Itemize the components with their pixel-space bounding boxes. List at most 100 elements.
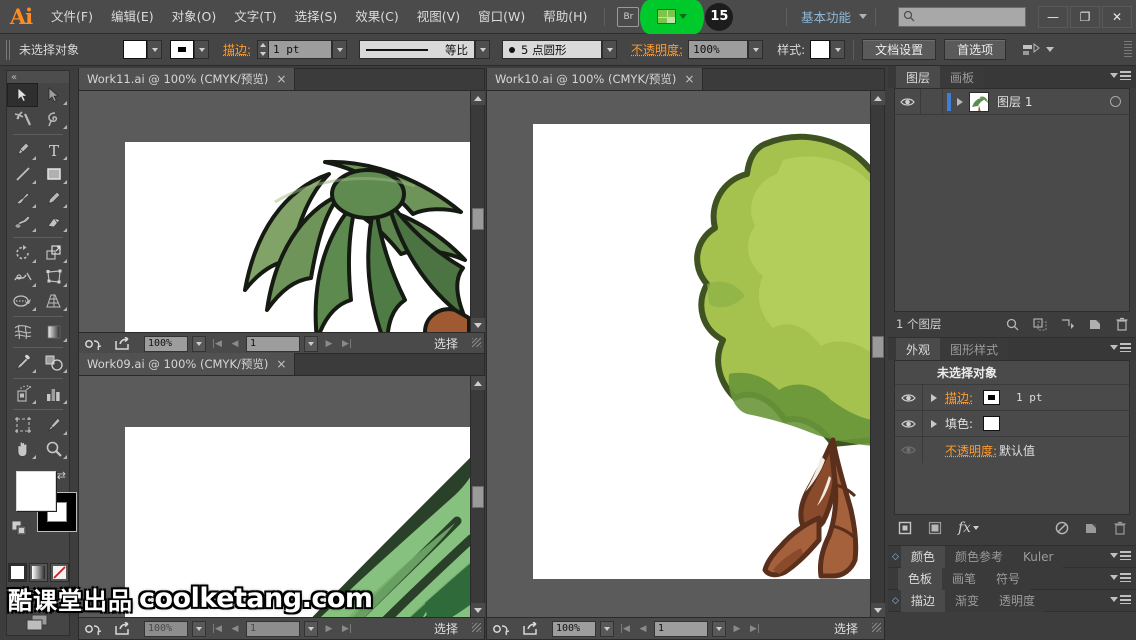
tab-brushes[interactable]: 画笔: [942, 567, 987, 590]
hand-tool[interactable]: [7, 437, 38, 461]
zoom-field-work09[interactable]: 100%: [144, 620, 188, 637]
scroll-up-icon[interactable]: [471, 91, 485, 105]
default-fill-stroke-icon[interactable]: [11, 520, 28, 537]
share-icon[interactable]: [114, 621, 132, 636]
menu-select[interactable]: 选择(S): [286, 0, 347, 34]
scroll-down-icon[interactable]: [471, 318, 485, 332]
tab-appearance[interactable]: 外观: [896, 338, 941, 360]
opacity-visibility-toggle[interactable]: [895, 437, 923, 463]
rectangle-tool[interactable]: [38, 162, 69, 186]
scale-tool[interactable]: [38, 241, 69, 265]
document-setup-button[interactable]: 文档设置: [862, 39, 937, 60]
color-swatch-button[interactable]: [7, 563, 27, 582]
brush-definition-field[interactable]: 5 点圆形: [502, 40, 603, 59]
stroke-row-value[interactable]: 1 pt: [1016, 391, 1043, 404]
prev-page-icon[interactable]: ◀: [636, 621, 650, 637]
free-transform-tool[interactable]: [38, 265, 69, 289]
workspace-switcher[interactable]: 基本功能: [795, 7, 857, 26]
scrollbar-thumb[interactable]: [472, 486, 484, 508]
opacity-field[interactable]: 100%: [688, 40, 749, 59]
control-bar-grip[interactable]: [6, 39, 12, 60]
bridge-icon[interactable]: Br: [617, 6, 640, 27]
chevron-right-icon[interactable]: [931, 393, 937, 402]
preferences-button[interactable]: 首选项: [944, 39, 1007, 60]
window-close-button[interactable]: ✕: [1102, 5, 1132, 28]
stroke-panel-menu-button[interactable]: [1110, 595, 1131, 604]
layer-name[interactable]: 图层 1: [997, 93, 1032, 110]
scroll-up-icon[interactable]: [471, 376, 485, 390]
scrollbar-thumb[interactable]: [872, 336, 884, 358]
fill-dropdown-arrow[interactable]: [147, 40, 162, 59]
stroke-visibility-toggle[interactable]: [895, 385, 923, 410]
page-field-work09[interactable]: 1: [246, 620, 300, 637]
tab-stroke[interactable]: 描边: [900, 589, 945, 612]
page-field-work11[interactable]: 1: [246, 335, 300, 352]
fill-row-label[interactable]: 填色:: [945, 415, 973, 432]
chevron-right-icon[interactable]: [957, 97, 963, 106]
line-segment-tool[interactable]: [7, 162, 38, 186]
none-swatch-button[interactable]: [49, 563, 69, 582]
selection-tool[interactable]: [7, 83, 38, 107]
draw-inside-button[interactable]: [48, 588, 68, 605]
shape-builder-tool[interactable]: [7, 289, 38, 313]
page-dropdown-work11[interactable]: [304, 335, 318, 352]
opacity-label[interactable]: 不透明度:: [631, 41, 683, 58]
close-icon[interactable]: ×: [276, 72, 286, 86]
add-new-stroke-icon[interactable]: [898, 521, 912, 535]
menu-help[interactable]: 帮助(H): [534, 0, 596, 34]
tab-graphic-styles[interactable]: 图形样式: [940, 338, 1009, 360]
tab-gradient[interactable]: 渐变: [944, 589, 989, 612]
fill-row-swatch[interactable]: [983, 416, 1001, 431]
resize-grip[interactable]: [872, 623, 881, 632]
menu-window[interactable]: 窗口(W): [469, 0, 534, 34]
stroke-profile-field[interactable]: 等比: [359, 40, 476, 59]
zoom-field-work11[interactable]: 100%: [144, 335, 188, 352]
panel-expand-handle[interactable]: ◇: [892, 552, 899, 562]
add-new-fill-icon[interactable]: [928, 521, 942, 535]
stroke-row-label[interactable]: 描边:: [945, 389, 973, 406]
prev-page-icon[interactable]: ◀: [228, 621, 242, 637]
eyedropper-tool[interactable]: [7, 351, 38, 375]
search-input[interactable]: [898, 6, 1026, 27]
tools-collapse-button[interactable]: [7, 71, 69, 83]
document-tab-work11[interactable]: Work11.ai @ 100% (CMYK/预览) ×: [79, 68, 296, 90]
menu-object[interactable]: 对象(O): [163, 0, 226, 34]
artboard-tool[interactable]: [7, 413, 38, 437]
artboard-options-icon[interactable]: [84, 337, 104, 351]
tab-layers[interactable]: 图层: [896, 66, 941, 88]
brush-definition-dropdown[interactable]: [602, 40, 618, 59]
chevron-down-icon[interactable]: [1046, 47, 1055, 52]
new-layer-icon[interactable]: [1089, 318, 1102, 331]
vertical-scrollbar-work11[interactable]: [470, 91, 485, 332]
column-graph-tool[interactable]: [38, 382, 69, 406]
graphic-style-swatch[interactable]: [810, 40, 831, 59]
appearance-row-opacity[interactable]: 不透明度: 默认值: [895, 437, 1129, 463]
draw-behind-button[interactable]: [28, 588, 48, 605]
canvas-work11[interactable]: [79, 91, 484, 332]
stroke-weight-field[interactable]: 1 pt: [268, 40, 333, 59]
rotate-tool[interactable]: [7, 241, 38, 265]
scroll-down-icon[interactable]: [871, 603, 885, 617]
opacity-dropdown[interactable]: [748, 40, 764, 59]
tab-color-guide[interactable]: 颜色参考: [944, 545, 1013, 568]
pen-tool[interactable]: [7, 138, 38, 162]
menu-edit[interactable]: 编辑(E): [102, 0, 163, 34]
tab-artboards[interactable]: 画板: [940, 66, 985, 88]
blob-brush-tool[interactable]: [7, 210, 38, 234]
menu-view[interactable]: 视图(V): [408, 0, 469, 34]
zoom-dropdown-work11[interactable]: [192, 335, 206, 352]
resize-grip[interactable]: [472, 338, 481, 347]
appearance-row-stroke[interactable]: 描边: 1 pt: [895, 385, 1129, 411]
direct-selection-tool[interactable]: [38, 83, 69, 107]
next-page-icon[interactable]: ▶: [730, 621, 744, 637]
tab-swatches[interactable]: 色板: [898, 567, 943, 590]
layer-target-circle[interactable]: [1110, 96, 1121, 107]
gradient-swatch-button[interactable]: [28, 563, 48, 582]
document-tab-work10[interactable]: Work10.ai @ 100% (CMYK/预览) ×: [487, 68, 704, 90]
create-sublayer-icon[interactable]: [1061, 318, 1075, 331]
menu-type[interactable]: 文字(T): [225, 0, 285, 34]
control-bar-overflow[interactable]: [1124, 41, 1132, 59]
share-icon[interactable]: [114, 336, 132, 351]
appearance-panel-menu-button[interactable]: [1110, 343, 1131, 352]
vertical-scrollbar-work10[interactable]: [870, 91, 885, 617]
